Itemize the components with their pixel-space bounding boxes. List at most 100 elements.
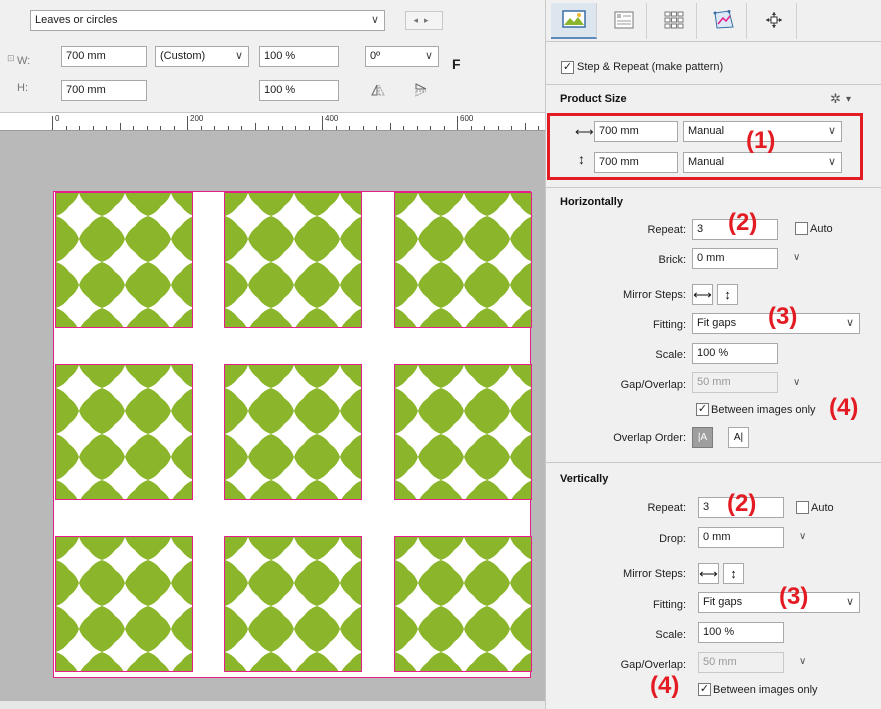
pattern-tile [394, 364, 532, 500]
pattern-tile [55, 536, 193, 672]
v-scale-label: Scale: [655, 629, 686, 641]
h-between-label: Between images only [711, 404, 816, 416]
top-toolbar: Leaves or circles ∨ ◂▸ ⊡ W: 700 mm H: 70… [0, 0, 545, 113]
v-between-checkbox[interactable]: ✓ [698, 683, 711, 696]
rotation-value: 0º [370, 50, 381, 62]
divider [546, 462, 881, 463]
preset-select-value: Leaves or circles [35, 14, 118, 26]
pattern-tile [394, 536, 532, 672]
rotation-select[interactable]: 0º ∨ [365, 46, 439, 67]
artboard[interactable] [53, 191, 532, 678]
ruler-tick [92, 126, 94, 130]
mirror-horizontal-button[interactable]: ⟷ [692, 284, 713, 305]
flip-vertical-icon[interactable] [413, 82, 429, 101]
ruler-mark-0: 0 [55, 114, 60, 123]
ruler-tick [538, 126, 539, 130]
v-mirror-vertical-button[interactable]: ↕ [723, 563, 744, 584]
overlap-order-label: Overlap Order: [613, 432, 686, 444]
divider [546, 187, 881, 188]
h-repeat-label: Repeat: [647, 224, 686, 236]
h-between-checkbox[interactable]: ✓ [696, 403, 709, 416]
layout-icon [614, 11, 634, 32]
ruler-tick [254, 123, 256, 130]
size-mode-select[interactable]: (Custom) ∨ [155, 46, 249, 67]
ruler-tick [308, 126, 310, 130]
v-mirror-horizontal-button[interactable]: ⟷ [698, 563, 719, 584]
ruler-tick [511, 126, 512, 130]
size-mode-value: (Custom) [160, 50, 206, 62]
tab-position[interactable] [751, 3, 797, 39]
tab-grid[interactable] [651, 3, 697, 39]
h-fitting-label: Fitting: [652, 319, 686, 331]
flip-horizontal-icon[interactable] [370, 82, 386, 101]
tab-layout[interactable] [601, 3, 647, 39]
chevron-down-icon[interactable]: ∨ [799, 531, 806, 542]
ruler-mark-200: 200 [190, 114, 204, 123]
ruler-tick [173, 126, 175, 130]
mirror-vertical-button[interactable]: ↕ [717, 284, 738, 305]
ruler-tick [295, 126, 296, 130]
v-drop-label: Drop: [659, 533, 686, 545]
v-auto-checkbox[interactable] [796, 501, 809, 514]
preset-select[interactable]: Leaves or circles ∨ [30, 10, 385, 31]
pattern-tile [55, 192, 193, 328]
ruler-tick [524, 123, 526, 130]
h-auto-label: Auto [810, 223, 833, 235]
overlap-order-front-button[interactable]: |A [692, 427, 713, 448]
nav-arrows[interactable]: ◂▸ [405, 11, 443, 30]
v-scale-field[interactable]: 100 % [698, 622, 784, 643]
h-brick-label: Brick: [658, 254, 687, 266]
ruler-tick [65, 126, 67, 130]
ruler-tick [52, 116, 53, 130]
distort-icon [713, 9, 735, 33]
callout-2-horizontal: (2) [728, 209, 758, 236]
v-gap-label: Gap/Overlap: [620, 659, 686, 671]
pattern-panel: ✓ Step & Repeat (make pattern) Product S… [545, 0, 881, 709]
overlap-order-back-button[interactable]: A| [728, 427, 749, 448]
gear-icon[interactable]: ✲ [830, 91, 841, 107]
width-percent-field[interactable]: 100 % [259, 46, 339, 67]
ruler-tick [416, 126, 418, 130]
v-drop-field[interactable]: 0 mm [698, 527, 784, 548]
callout-1: (1) [746, 127, 776, 154]
h-scale-field[interactable]: 100 % [692, 343, 778, 364]
step-repeat-checkbox[interactable]: ✓ [561, 61, 574, 74]
v-mirror-label: Mirror Steps: [623, 568, 686, 580]
ruler-tick [106, 126, 107, 130]
height-field[interactable]: 700 mm [61, 80, 147, 101]
ruler-tick [322, 116, 323, 130]
tab-image[interactable] [551, 3, 597, 39]
chevron-down-icon: ∨ [370, 14, 379, 26]
ruler-tick [362, 126, 364, 130]
width-field[interactable]: 700 mm [61, 46, 147, 67]
chevron-down-icon: ∨ [845, 317, 854, 329]
h-mirror-label: Mirror Steps: [623, 289, 686, 301]
divider [546, 84, 881, 85]
pattern-tile [224, 364, 362, 500]
w-label: W: [17, 55, 31, 67]
chevron-down-icon[interactable]: ▾ [846, 94, 851, 105]
ruler-mark-400: 400 [325, 114, 339, 123]
step-repeat-label: Step & Repeat (make pattern) [577, 61, 724, 73]
chevron-down-icon[interactable]: ∨ [799, 656, 806, 667]
chevron-down-icon[interactable]: ∨ [793, 252, 800, 263]
h-scale-label: Scale: [655, 349, 686, 361]
pattern-tile [224, 192, 362, 328]
ruler-tick [403, 126, 404, 130]
h-brick-field[interactable]: 0 mm [692, 248, 778, 269]
ruler-tick [241, 126, 242, 130]
h-gap-label: Gap/Overlap: [620, 379, 686, 391]
callout-3-horizontal: (3) [768, 303, 798, 330]
callout-4-vertical: (4) [650, 672, 680, 699]
product-size-title: Product Size [560, 93, 627, 105]
link-icon: ⊡ [7, 53, 15, 63]
horizontal-scrollbar[interactable] [0, 701, 545, 709]
chevron-down-icon[interactable]: ∨ [793, 377, 800, 388]
tab-distort[interactable] [701, 3, 747, 39]
height-percent-field[interactable]: 100 % [259, 80, 339, 101]
ruler-tick [160, 126, 161, 130]
h-auto-checkbox[interactable] [795, 222, 808, 235]
product-size-highlight [547, 113, 863, 180]
panel-tab-bar [546, 0, 881, 42]
ruler-tick [389, 123, 391, 130]
